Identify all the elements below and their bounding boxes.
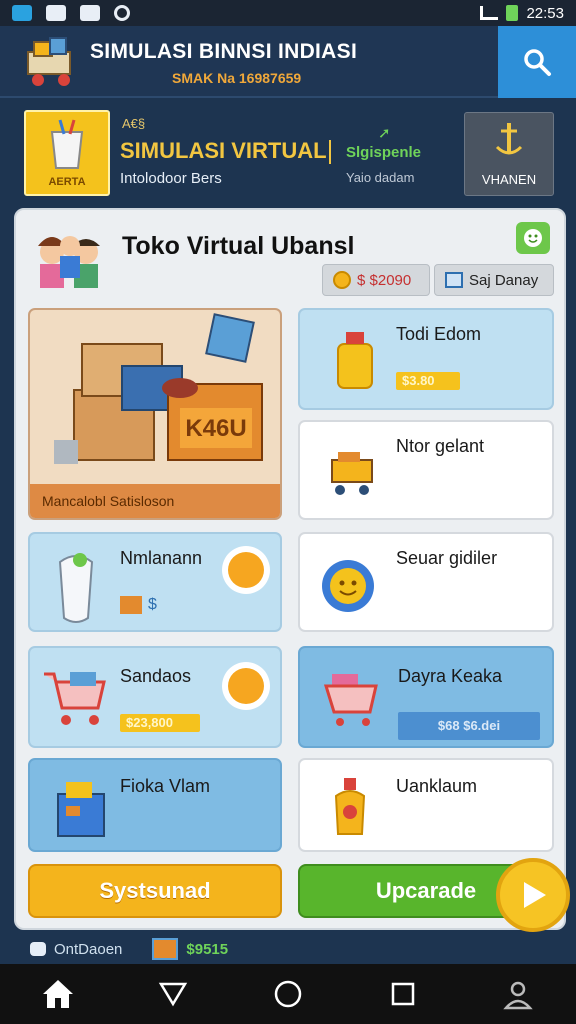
item-card-1[interactable]: Todi Edom $3.80 xyxy=(298,308,554,410)
item-card-2[interactable]: Ntor gelant xyxy=(298,420,554,520)
day-value: Saj Danay xyxy=(469,271,539,289)
settings-circle-icon xyxy=(114,5,130,21)
banner-right-button[interactable]: VHANEN xyxy=(464,112,554,196)
top-banner: AERTA A€§ SIMULASI VIRTUAL ➚ Slgispenle … xyxy=(0,100,576,204)
home-button[interactable] xyxy=(38,974,78,1014)
back-triangle-icon xyxy=(158,982,187,1007)
info-label: OntDaoen xyxy=(54,940,123,958)
bottom-info-strip: OntDaoen $9515 xyxy=(0,934,576,964)
day-stat[interactable]: Saj Danay xyxy=(434,264,554,296)
item-title: Ntor gelant xyxy=(396,436,485,456)
status-bar: 22:53 xyxy=(0,0,576,26)
item-price-swatch xyxy=(120,596,142,614)
banner-title: SIMULASI VIRTUAL xyxy=(120,138,327,163)
search-button[interactable] xyxy=(498,26,576,98)
shopkeepers-avatar-icon xyxy=(38,236,100,288)
systems-button[interactable]: Systsunad xyxy=(28,864,282,918)
item-price: $ xyxy=(148,596,157,613)
square-icon xyxy=(391,982,415,1006)
item-card-4[interactable]: Seuar gidiler xyxy=(298,532,554,632)
item-price: $23,800 xyxy=(120,714,200,732)
app-header: SIMULASI BINNSI INDIASI SMAK Na 16987659 xyxy=(0,26,576,98)
item-price: $3.80 xyxy=(396,372,460,390)
item-title: Fioka Vlam xyxy=(120,776,211,796)
store-panel: Toko Virtual Ubansl $ $2090 Saj Danay K4… xyxy=(14,208,570,932)
battery-icon xyxy=(506,5,519,21)
shopping-cart-pink-icon xyxy=(324,674,378,726)
play-icon xyxy=(524,882,546,908)
happy-face-icon xyxy=(222,662,270,710)
shopping-cart-icon xyxy=(331,452,373,495)
telegram-icon xyxy=(12,5,32,21)
store-title: Toko Virtual Ubansl xyxy=(122,232,355,260)
play-button[interactable] xyxy=(496,858,570,932)
box-icon xyxy=(57,782,105,837)
milk-jug-icon xyxy=(58,553,94,623)
user-icon xyxy=(503,981,534,1010)
happy-face-icon xyxy=(222,546,270,594)
info-value: $9515 xyxy=(186,940,229,958)
item-card-3[interactable]: Nmlanann $ xyxy=(28,532,282,632)
item-title: Sandaos xyxy=(120,666,192,686)
item-card-5[interactable]: Sandaos $23,800 xyxy=(28,646,282,748)
app-title: SIMULASI BINNSI INDIASI xyxy=(90,40,358,63)
shop-cart-logo-icon xyxy=(27,37,71,86)
featured-card[interactable]: K46U Mancalobl Satisloson xyxy=(28,308,282,520)
mini-map-icon xyxy=(152,938,179,960)
home-circle-button[interactable] xyxy=(268,974,308,1014)
banner-tile-label: AERTA xyxy=(48,176,86,188)
banner-small-label: A€§ xyxy=(122,116,146,131)
shopping-cart-icon xyxy=(44,672,106,725)
item-title: Uanklaum xyxy=(396,776,478,796)
sauce-bottle-icon xyxy=(334,778,366,835)
recents-button[interactable] xyxy=(383,974,423,1014)
item-title: Dayra Keaka xyxy=(398,666,503,686)
item-title: Nmlanann xyxy=(120,548,203,568)
back-button[interactable] xyxy=(153,974,193,1014)
banner-right-label: VHANEN xyxy=(481,172,537,187)
bottle-icon xyxy=(337,332,373,389)
app-subtitle: SMAK Na 16987659 xyxy=(172,70,302,86)
chat-icon xyxy=(46,5,66,21)
banner-app-tile[interactable]: AERTA xyxy=(24,110,110,196)
coins-stat[interactable]: $ $2090 xyxy=(322,264,430,296)
item-price: $68 $6.dei xyxy=(398,712,540,740)
clock: 22:53 xyxy=(526,4,564,22)
item-card-6[interactable]: Dayra Keaka $68 $6.dei xyxy=(298,646,554,748)
up-arrow-icon: ➚ xyxy=(378,125,391,142)
home-icon xyxy=(42,980,73,1008)
featured-label: Mancalobl Satisloson xyxy=(30,484,280,518)
system-nav-bar xyxy=(0,964,576,1024)
item-card-7[interactable]: Fioka Vlam xyxy=(28,758,282,852)
smile-button[interactable] xyxy=(516,222,550,254)
coins-value: $ $2090 xyxy=(357,271,412,289)
profile-button[interactable] xyxy=(498,974,538,1014)
item-title: Seuar gidiler xyxy=(396,548,498,568)
banner-divider xyxy=(329,140,331,164)
item-card-8[interactable]: Uanklaum xyxy=(298,758,554,852)
banner-status: Slgispenle xyxy=(346,144,422,161)
item-title: Todi Edom xyxy=(396,324,482,344)
calendar-icon xyxy=(445,272,463,288)
smiley-icon xyxy=(524,229,542,247)
warehouse-boxes-icon: K46U xyxy=(54,313,263,464)
coin-icon xyxy=(333,271,351,289)
banner-info: Intolodoor Bers xyxy=(120,170,222,187)
chat-bubble-icon xyxy=(30,942,46,956)
smiley-badge-icon xyxy=(322,560,374,612)
signal-icon xyxy=(480,6,499,20)
search-icon xyxy=(524,49,551,76)
cup-icon xyxy=(50,119,84,169)
circle-icon xyxy=(274,980,302,1008)
crate-label: K46U xyxy=(185,415,246,442)
banner-info-secondary: Yaio dadam xyxy=(346,170,415,185)
anchor-icon xyxy=(495,123,523,155)
gmail-icon xyxy=(80,5,100,21)
